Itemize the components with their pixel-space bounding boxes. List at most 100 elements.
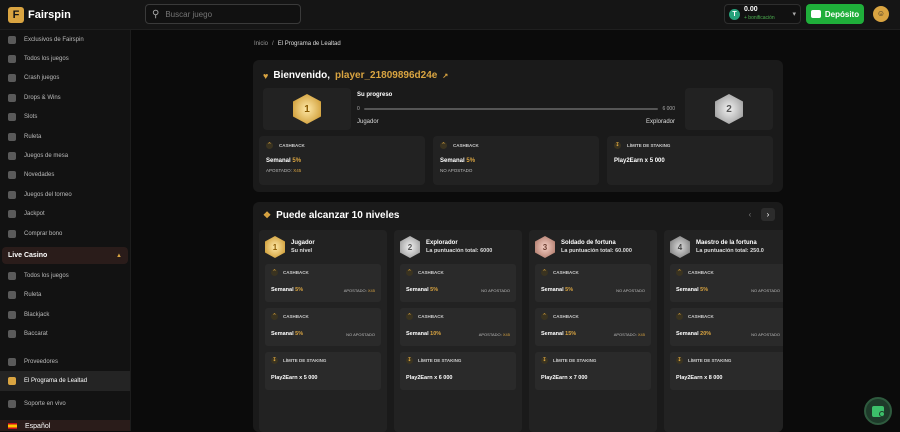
card-label: Semanal xyxy=(541,287,564,293)
sidebar-item-label: Ruleta xyxy=(24,292,42,299)
gold-medal-icon: 1 xyxy=(265,236,285,258)
live-casino-toggle[interactable]: Live Casino ▲ xyxy=(2,247,128,265)
cart-icon xyxy=(8,229,16,238)
chevron-down-icon: ▾ xyxy=(792,11,796,18)
sidebar-item-label: Drops & Wins xyxy=(24,94,61,101)
next-arrow-button[interactable]: › xyxy=(761,208,775,221)
card-title: CASHBACK xyxy=(418,270,444,275)
sidebar-item-baccarat[interactable]: Baccarat xyxy=(0,324,130,343)
progress-max: 6 000 xyxy=(662,106,675,112)
card-note: APOSTADO: xyxy=(613,331,637,337)
sidebar-item-live-all[interactable]: Todos los juegos xyxy=(0,266,130,285)
blackjack-icon xyxy=(8,310,16,319)
avatar[interactable]: ☺ xyxy=(873,6,889,22)
level-cashback-card: ⌃ CASHBACK Semanal 5% NO APOSTADO xyxy=(400,264,516,302)
language-selector[interactable]: Español xyxy=(0,420,130,431)
grid-icon xyxy=(8,55,16,64)
card-percent: 15% xyxy=(565,331,577,337)
welcome-panel: ♥ Bienvenido, player_21809896d24e ↗ 1 Su… xyxy=(253,60,783,192)
level-staking-card: ↧ LÍMITE DE STAKING Play2Earn x 5 000 xyxy=(265,352,381,390)
sidebar-item-loyalty[interactable]: El Programa de Lealtad xyxy=(0,371,130,391)
sidebar-item-table-games[interactable]: Juegos de mesa xyxy=(0,146,130,165)
sidebar-item-tournament[interactable]: Juegos del torneo xyxy=(0,185,130,204)
deposit-button[interactable]: Depósito xyxy=(806,4,864,24)
breadcrumb-separator: / xyxy=(272,41,274,47)
logo[interactable]: F Fairspin xyxy=(8,7,71,23)
support-icon xyxy=(8,400,16,409)
levels-nav: ‹ › xyxy=(743,208,775,221)
external-link-icon[interactable]: ↗ xyxy=(442,72,448,80)
level-cashback-card: ⌃ CASHBACK Semanal 5% NO APOSTADO xyxy=(265,308,381,346)
cashback-icon: ⌃ xyxy=(266,142,273,149)
diamond-icon xyxy=(8,35,16,44)
sidebar-item-label: Comprar bono xyxy=(24,230,63,237)
roulette-icon xyxy=(8,291,16,300)
level-staking-card: ↧ LÍMITE DE STAKING Play2Earn x 8 000 xyxy=(670,352,783,390)
gift-chat-button[interactable] xyxy=(864,397,892,425)
card-percent: 10% xyxy=(430,331,442,337)
sidebar-item-support[interactable]: Soporte en vivo xyxy=(0,395,130,414)
jackpot-icon xyxy=(8,210,16,219)
sidebar-item-providers[interactable]: Proveedores xyxy=(0,352,130,371)
progress-title: Su progreso xyxy=(357,92,393,98)
level-sub: La puntuación total: 250.0 xyxy=(696,248,764,254)
sidebar-item-live-roulette[interactable]: Ruleta xyxy=(0,286,130,305)
staking-icon: ↧ xyxy=(676,357,683,364)
bronze-medal-icon: 3 xyxy=(535,236,555,258)
card-note-value: X45 xyxy=(637,331,645,337)
medal-icon: ❖ xyxy=(263,210,272,220)
card-label: Play2Earn x 6 000 xyxy=(406,375,453,381)
sidebar-item-all-games[interactable]: Todos los juegos xyxy=(0,49,130,68)
sidebar-item-roulette[interactable]: Ruleta xyxy=(0,127,130,146)
prev-arrow-button[interactable]: ‹ xyxy=(743,208,757,221)
search-input[interactable] xyxy=(165,9,286,19)
card-title: CASHBACK xyxy=(553,314,579,319)
main-content: Inicio / El Programa de Lealtad ♥ Bienve… xyxy=(131,30,900,432)
wallet-balance[interactable]: T 0.00 + bonificación ▾ xyxy=(724,4,801,24)
search-icon: ⚲ xyxy=(152,8,160,20)
level-staking-card: ↧ LÍMITE DE STAKING Play2Earn x 7 000 xyxy=(535,352,651,390)
sidebar-item-crash[interactable]: Crash juegos xyxy=(0,69,130,88)
sidebar-item-exclusive[interactable]: Exclusivos de Fairspin xyxy=(0,30,130,49)
top-bar: F Fairspin ⚲ T 0.00 + bonificación ▾ Dep… xyxy=(0,0,900,30)
level-column-2: 2 Explorador La puntuación total: 6000 ⌃ C… xyxy=(394,230,522,432)
cashback-icon: ⌃ xyxy=(676,313,683,320)
level-sub: La puntuación total: 60.000 xyxy=(561,248,632,254)
cashback-icon: ⌃ xyxy=(541,269,548,276)
welcome-heading: ♥ Bienvenido, player_21809896d24e ↗ xyxy=(263,70,448,81)
sidebar-item-blackjack[interactable]: Blackjack xyxy=(0,305,130,324)
chevron-up-icon: ▲ xyxy=(116,252,122,259)
sidebar-item-label: Crash juegos xyxy=(24,75,60,82)
staking-icon: ↧ xyxy=(541,357,548,364)
cashback-icon: ⌃ xyxy=(271,269,278,276)
sidebar-item-new[interactable]: Novedades xyxy=(0,166,130,185)
level-cashback-card: ⌃ CASHBACK Semanal 5% NO APOSTADO xyxy=(670,264,783,302)
level-sub: Su nivel xyxy=(291,248,313,254)
sidebar-item-drops[interactable]: Drops & Wins xyxy=(0,88,130,107)
sidebar-item-jackpot[interactable]: Jackpot xyxy=(0,205,130,224)
card-title: CASHBACK xyxy=(283,314,309,319)
staking-icon: ↧ xyxy=(271,357,278,364)
sidebar-item-buy-bonus[interactable]: Comprar bono xyxy=(0,224,130,243)
sidebar-item-label: Exclusivos de Fairspin xyxy=(24,36,84,43)
level-cashback-card: ⌃ CASHBACK Semanal 10% APOSTADO: X45 xyxy=(400,308,516,346)
levels-title: Puede alcanzar 10 niveles xyxy=(276,210,400,221)
benefit-note: APOSTADO: xyxy=(266,168,292,173)
username: player_21809896d24e xyxy=(335,70,438,81)
breadcrumb-home[interactable]: Inicio xyxy=(254,41,268,47)
benefit-card-cashback-unwagered: ⌃ CASHBACK Semanal 5% NO APOSTADO xyxy=(433,136,599,185)
sidebar-item-label: Novedades xyxy=(24,172,55,179)
card-percent: 5% xyxy=(430,287,439,293)
card-title: CASHBACK xyxy=(418,314,444,319)
progress-bar xyxy=(363,108,659,110)
sidebar-item-label: Juegos de mesa xyxy=(24,153,69,160)
card-percent: 5% xyxy=(700,287,709,293)
sidebar-item-slots[interactable]: Slots xyxy=(0,108,130,127)
card-label: Semanal xyxy=(541,331,564,337)
welcome-prefix: Bienvenido, xyxy=(273,70,331,81)
card-note: NO APOSTADO xyxy=(346,331,375,337)
level-staking-card: ↧ LÍMITE DE STAKING Play2Earn x 6 000 xyxy=(400,352,516,390)
search-box[interactable]: ⚲ xyxy=(145,4,301,24)
level-name: Jugador xyxy=(291,240,315,246)
next-level-medal-box: 2 xyxy=(685,88,773,130)
